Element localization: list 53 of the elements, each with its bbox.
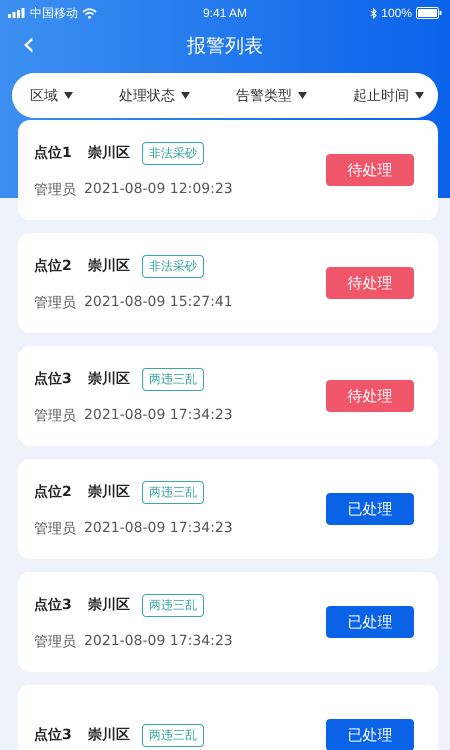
status-button[interactable]: 已处理	[326, 719, 414, 750]
role-label: 管理员	[34, 632, 76, 650]
alert-card[interactable]: 点位2 崇川区 两违三乱 管理员 2021-08-09 17:34:23 已处理	[18, 459, 438, 559]
alert-time: 2021-08-09 17:34:23	[84, 520, 233, 538]
alert-card[interactable]: 点位2 崇川区 非法采砂 管理员 2021-08-09 15:27:41 待处理	[18, 233, 438, 333]
role-label: 管理员	[34, 294, 76, 312]
district-name: 崇川区	[88, 144, 130, 162]
status-button[interactable]: 已处理	[326, 606, 414, 638]
alert-time: 2021-08-09 12:09:23	[84, 180, 233, 198]
bluetooth-icon	[370, 8, 378, 18]
alert-time: 2021-08-09 17:34:23	[84, 632, 233, 650]
point-name: 点位3	[34, 596, 72, 614]
caret-icon	[64, 92, 73, 99]
alert-card[interactable]: 点位3 崇川区 两违三乱 已处理	[18, 685, 438, 750]
filter-dropdown[interactable]: 处理状态	[119, 86, 190, 104]
district-name: 崇川区	[88, 726, 130, 744]
alert-type-tag: 非法采砂	[142, 142, 204, 164]
alert-type-tag: 两违三乱	[142, 724, 204, 746]
filter-dropdown[interactable]: 起止时间	[353, 86, 424, 104]
alert-card[interactable]: 点位1 崇川区 非法采砂 管理员 2021-08-09 12:09:23 待处理	[18, 120, 438, 220]
carrier-name: 中国移动	[30, 4, 78, 22]
filter-dropdown[interactable]: 告警类型	[236, 86, 307, 104]
point-name: 点位1	[34, 144, 72, 162]
caret-icon	[181, 92, 190, 99]
point-name: 点位2	[34, 257, 72, 275]
wifi-icon	[82, 8, 97, 18]
battery-icon	[416, 7, 442, 19]
clock-time: 9:41 AM	[202, 6, 248, 20]
point-name: 点位3	[34, 370, 72, 388]
role-label: 管理员	[34, 520, 76, 538]
battery-percent: 100%	[381, 6, 412, 20]
caret-icon	[298, 92, 307, 99]
page-title: 报警列表	[187, 34, 263, 59]
role-label: 管理员	[34, 406, 76, 424]
alert-card[interactable]: 点位3 崇川区 两违三乱 管理员 2021-08-09 17:34:23 待处理	[18, 346, 438, 446]
caret-icon	[415, 92, 424, 99]
alert-type-tag: 两违三乱	[142, 594, 204, 616]
alert-type-tag: 两违三乱	[142, 368, 204, 390]
filter-dropdown[interactable]: 区域	[30, 86, 73, 104]
signal-icon	[8, 8, 26, 18]
district-name: 崇川区	[88, 596, 130, 614]
point-name: 点位3	[34, 726, 72, 744]
role-label: 管理员	[34, 180, 76, 198]
district-name: 崇川区	[88, 370, 130, 388]
point-name: 点位2	[34, 483, 72, 501]
alert-time: 2021-08-09 15:27:41	[84, 294, 233, 312]
status-button[interactable]: 已处理	[326, 493, 414, 525]
district-name: 崇川区	[88, 483, 130, 501]
alert-type-tag: 非法采砂	[142, 254, 204, 278]
alert-card[interactable]: 点位3 崇川区 两违三乱 管理员 2021-08-09 17:34:23 已处理	[18, 572, 438, 672]
alert-type-tag: 两违三乱	[142, 480, 204, 504]
alert-time: 2021-08-09 17:34:23	[84, 406, 233, 424]
district-name: 崇川区	[88, 257, 130, 275]
